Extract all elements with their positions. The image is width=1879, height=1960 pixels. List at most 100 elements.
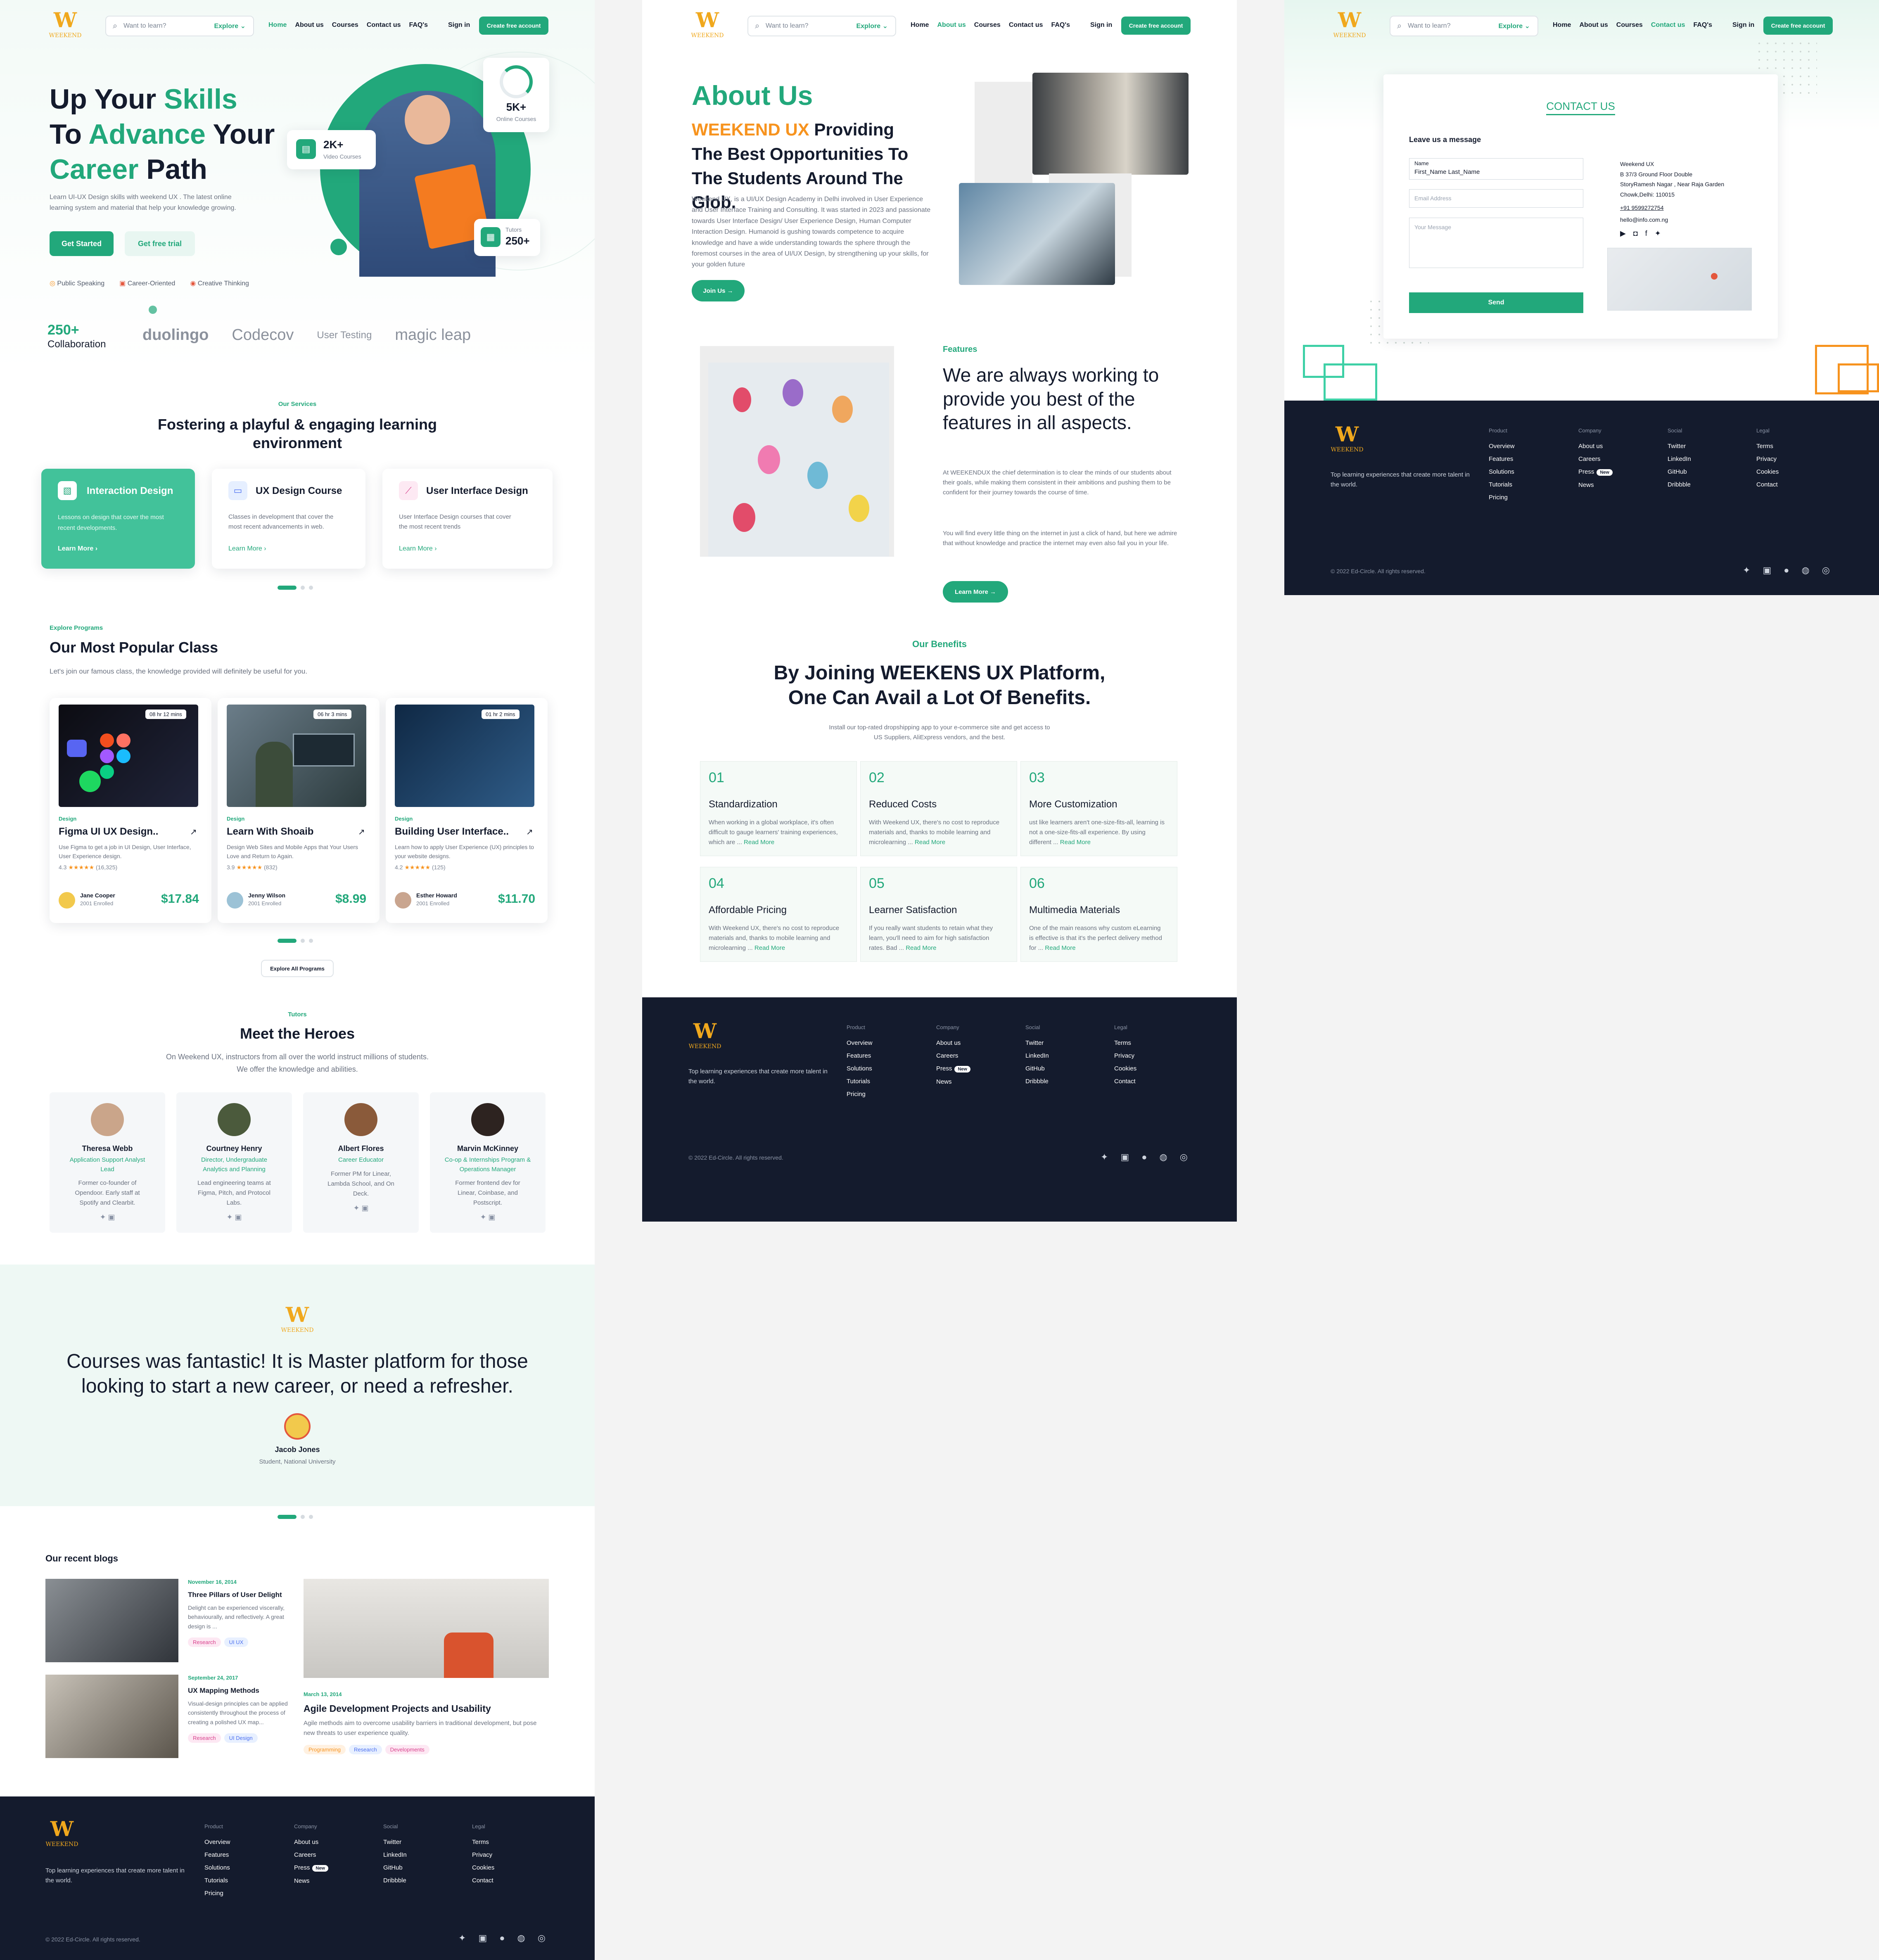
logo[interactable]: W WEEKEND [691,9,724,42]
blog-post[interactable]: September 24, 2017 UX Mapping Methods Vi… [188,1675,299,1743]
nav-contact[interactable]: Contact us [367,21,401,29]
learn-more-link[interactable]: Learn More › [399,545,437,553]
facebook-icon[interactable]: f [1645,227,1647,240]
nav-courses[interactable]: Courses [1616,21,1643,29]
page-dot[interactable] [301,586,305,590]
course-card[interactable]: 01 hr 2 mins Design Building User Interf… [386,698,548,923]
footer-link[interactable]: Cookies [1114,1065,1136,1072]
dribbble-icon[interactable]: ◎ [1180,1152,1188,1163]
footer-link[interactable]: GitHub [1668,468,1691,475]
footer-link[interactable]: About us [294,1839,328,1846]
arrow-icon[interactable]: ↗ [526,827,533,837]
footer-link-press[interactable]: Press New [294,1864,328,1872]
footer-link[interactable]: Dribbble [1668,481,1691,488]
page-dot[interactable] [278,939,297,943]
logo[interactable]: W WEEKEND [1333,9,1366,42]
page-dot[interactable] [278,1515,297,1519]
footer-link[interactable]: Pricing [1489,494,1515,501]
footer-link[interactable]: Overview [1489,443,1515,450]
nav-contact[interactable]: Contact us [1009,21,1043,29]
footer-link[interactable]: Solutions [847,1065,873,1072]
tutor-card[interactable]: Courtney Henry Director, Undergraduate A… [176,1092,292,1233]
footer-link[interactable]: Press [1578,468,1594,475]
explore-dropdown[interactable]: Explore ⌄ [214,22,246,30]
tutor-card[interactable]: Albert Flores Career Educator Former PM … [303,1092,419,1233]
facebook-icon[interactable]: ● [1784,565,1789,576]
explore-dropdown[interactable]: Explore ⌄ [856,22,888,30]
dribbble-icon[interactable]: ◎ [538,1933,546,1943]
free-trial-button[interactable]: Get free trial [125,231,195,256]
linkedin-icon[interactable]: ▣ [1120,1152,1129,1163]
nav-courses[interactable]: Courses [332,21,358,29]
footer-link[interactable]: GitHub [1025,1065,1049,1072]
blog-tag[interactable]: Research [188,1733,221,1743]
read-more-link[interactable]: Read More [744,839,774,846]
twitter-icon[interactable]: ✦ [1743,565,1750,576]
footer-link[interactable]: Tutorials [1489,481,1515,488]
footer-link[interactable]: Contact [1756,481,1779,488]
name-field[interactable]: Name First_Name Last_Name [1409,158,1583,180]
footer-link[interactable]: Overview [847,1039,873,1046]
footer-link[interactable]: Overview [204,1839,230,1846]
map-image[interactable] [1607,248,1752,311]
footer-link[interactable]: News [936,1078,970,1085]
footer-link[interactable]: Tutorials [204,1877,230,1884]
twitter-icon[interactable]: ✦ [1655,227,1661,240]
footer-link[interactable]: About us [936,1039,970,1046]
nav-about[interactable]: About us [937,21,966,29]
explore-all-button[interactable]: Explore All Programs [261,960,334,977]
logo[interactable]: W WEEKEND [45,1818,78,1851]
page-dot[interactable] [309,939,313,943]
footer-link[interactable]: GitHub [383,1864,407,1871]
blog-tag[interactable]: Developments [385,1745,429,1754]
linkedin-icon[interactable]: ▣ [1763,565,1771,576]
footer-link[interactable]: LinkedIn [383,1851,407,1858]
footer-link[interactable]: Terms [472,1839,494,1846]
youtube-icon[interactable]: ▶ [1620,227,1626,240]
nav-home[interactable]: Home [268,21,287,29]
twitter-icon[interactable]: ✦ [480,1213,486,1221]
arrow-icon[interactable]: ↗ [190,827,197,837]
learn-more-link[interactable]: Learn More › [228,545,266,553]
linkedin-icon[interactable]: ▣ [235,1213,242,1221]
read-more-link[interactable]: Read More [915,839,945,846]
nav-home[interactable]: Home [911,21,929,29]
read-more-link[interactable]: Read More [906,944,936,952]
footer-link-press[interactable]: Press New [936,1065,970,1073]
footer-link[interactable]: Press [936,1065,952,1072]
page-dot[interactable] [309,586,313,590]
footer-link[interactable]: Contact [472,1877,494,1884]
blog-tag[interactable]: Research [188,1637,221,1647]
footer-link[interactable]: Terms [1114,1039,1136,1046]
blog-image[interactable] [304,1579,549,1678]
learn-more-link[interactable]: Learn More › [58,545,97,553]
testimonial-pagination[interactable] [278,1515,313,1519]
footer-link[interactable]: Cookies [472,1864,494,1871]
linkedin-icon[interactable]: ▣ [108,1213,115,1221]
read-more-link[interactable]: Read More [754,944,785,952]
course-card[interactable]: 06 hr 3 mins Design Learn With Shoaib ↗ … [218,698,380,923]
create-account-button[interactable]: Create free account [1763,17,1833,35]
footer-link[interactable]: Careers [936,1052,970,1059]
github-icon[interactable]: ◍ [1160,1152,1167,1163]
facebook-icon[interactable]: ● [499,1933,505,1943]
explore-dropdown[interactable]: Explore ⌄ [1498,22,1530,30]
footer-link[interactable]: News [1578,482,1613,489]
footer-link[interactable]: Features [204,1851,230,1858]
signin-link[interactable]: Sign in [1732,21,1754,29]
instagram-icon[interactable]: ◘ [1633,227,1638,240]
search-input[interactable]: ⌕ Want to learn? Explore ⌄ [747,16,896,36]
nav-about[interactable]: About us [1579,21,1608,29]
twitter-icon[interactable]: ✦ [1101,1152,1108,1163]
send-button[interactable]: Send [1409,292,1583,313]
message-field[interactable]: Your Message [1409,218,1583,268]
courses-pagination[interactable] [278,939,313,943]
join-us-button[interactable]: Join Us → [692,280,745,301]
create-account-button[interactable]: Create free account [1121,17,1191,35]
service-card-ux[interactable]: ▭ UX Design Course Classes in developmen… [212,469,365,569]
footer-link[interactable]: Features [1489,456,1515,463]
blog-tag[interactable]: Programming [304,1745,346,1754]
nav-faq[interactable]: FAQ's [409,21,428,29]
github-icon[interactable]: ◍ [517,1933,525,1943]
signin-link[interactable]: Sign in [448,21,470,29]
